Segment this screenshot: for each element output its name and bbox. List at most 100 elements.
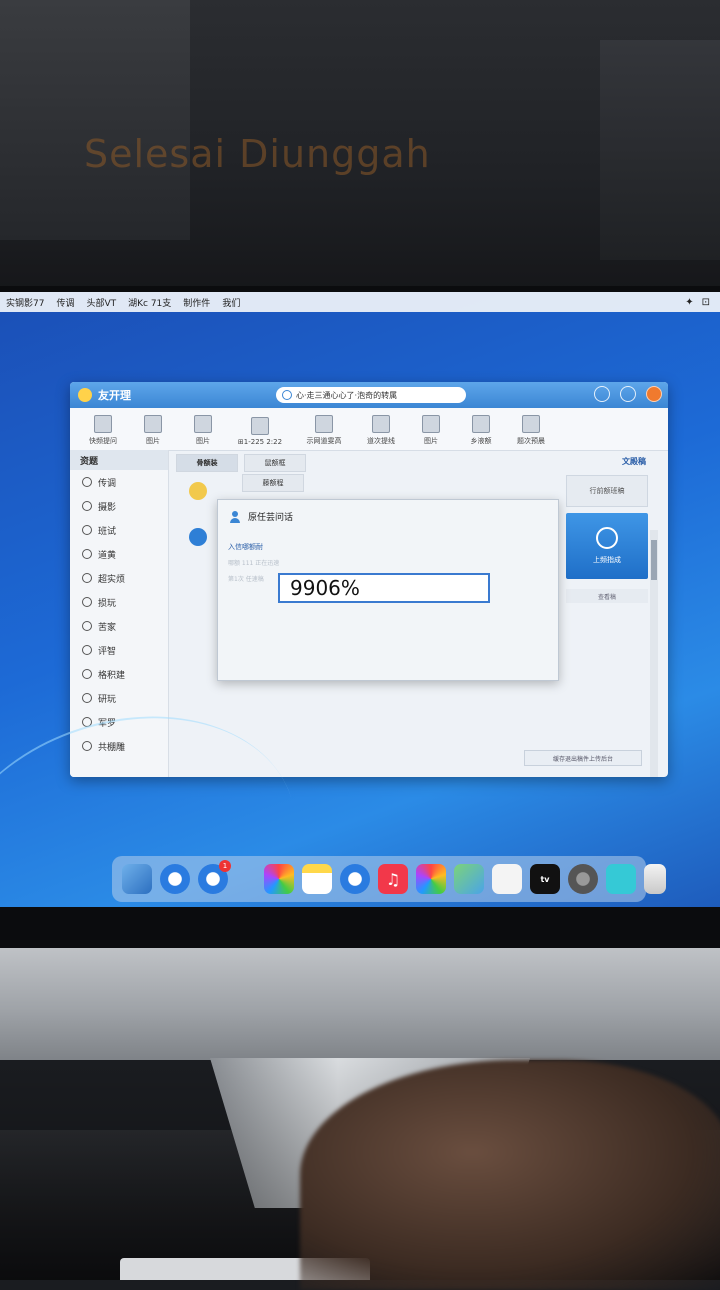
item-icon <box>82 573 92 583</box>
item-icon <box>82 621 92 631</box>
notification-badge: 1 <box>219 860 231 872</box>
reminders-icon[interactable] <box>492 864 522 894</box>
toolbar-button[interactable]: 示网道雯高 <box>292 415 356 450</box>
wifi-icon[interactable]: ✦ <box>685 297 693 308</box>
wall-left <box>0 0 190 240</box>
maps-icon[interactable] <box>454 864 484 894</box>
photos-icon[interactable] <box>416 864 446 894</box>
minimize-button[interactable] <box>620 386 636 402</box>
list-item[interactable] <box>178 522 218 562</box>
menu-bar: 实钢影77 传调 头部VT 湖Kc 71支 制作件 我们 ✦ ⊡ <box>0 292 720 312</box>
tab-2[interactable]: 鼠额框 <box>244 454 306 472</box>
item-icon <box>82 645 92 655</box>
control-center-icon[interactable]: ⊡ <box>702 297 710 308</box>
toolbar-button[interactable]: 快频提问 <box>78 415 128 450</box>
item-icon <box>82 549 92 559</box>
video-caption: Selesai Diunggah <box>84 132 431 176</box>
right-panel-header: 文殿稿 <box>622 457 646 466</box>
view-button[interactable]: 查看稿 <box>566 589 648 603</box>
safari-icon[interactable]: 1 <box>198 860 231 894</box>
sidebar: 资题 传调 摄影 班试 道黄 超实烦 损玩 苦家 评智 格积建 研玩 军罗 共棚… <box>70 450 169 777</box>
menu-item[interactable]: 我们 <box>216 296 246 309</box>
item-icon <box>82 717 92 727</box>
secondary-button[interactable]: 行前额班稿 <box>566 475 648 507</box>
settings-icon[interactable] <box>594 386 610 402</box>
photos-icon[interactable] <box>264 864 294 894</box>
sidebar-item[interactable]: 道黄 <box>70 542 168 566</box>
apple-tv-icon[interactable]: tv <box>530 864 560 894</box>
list-item[interactable] <box>178 476 218 516</box>
toolbar-button[interactable]: 乡液额 <box>456 415 506 450</box>
sidebar-item[interactable]: 评智 <box>70 638 168 662</box>
menu-item[interactable]: 头部VT <box>80 296 122 309</box>
safari-icon[interactable] <box>160 864 190 894</box>
close-button[interactable] <box>646 386 662 402</box>
item-icon <box>82 525 92 535</box>
music-icon[interactable]: ♫ <box>378 864 408 894</box>
sidebar-item[interactable]: 格积建 <box>70 662 168 686</box>
menu-item[interactable]: 制作件 <box>177 296 216 309</box>
search-box[interactable]: 心·走三通心心了·泡奇的转属 <box>276 387 466 403</box>
settings-icon[interactable] <box>568 864 598 894</box>
menu-item[interactable]: 实钢影77 <box>0 296 50 309</box>
status-button[interactable]: 缓存退出稿件上传后台 <box>524 750 642 766</box>
target-icon <box>596 527 618 549</box>
app-window: 友开理 心·走三通心心了·泡奇的转属 快频提问 图片 图片 ⊞1-225 2:2… <box>70 382 668 777</box>
tool-icon <box>422 415 440 433</box>
menu-item[interactable]: 湖Kc 71支 <box>122 296 177 309</box>
finder-icon[interactable] <box>122 864 152 894</box>
toolbar-button[interactable]: ⊞1-225 2:22 <box>228 417 292 450</box>
main-area: 骨额装 鼠额框 藤额程 文殿稿 行前额班稿 上频指成 查看稿 缓存退出稿件上传后… <box>170 450 658 777</box>
folder-icon[interactable] <box>606 864 636 894</box>
dialog-title: 原任芸问话 <box>248 513 294 523</box>
tool-icon <box>472 415 490 433</box>
sidebar-item[interactable]: 军罗 <box>70 710 168 734</box>
scroll-thumb[interactable] <box>651 540 657 580</box>
tab-3[interactable]: 藤额程 <box>242 474 304 492</box>
item-icon <box>82 597 92 607</box>
item-icon <box>82 693 92 703</box>
sidebar-item[interactable]: 摄影 <box>70 494 168 518</box>
toolbar-button[interactable]: 图片 <box>128 415 178 450</box>
monitor-chin <box>0 948 720 1060</box>
notes-icon[interactable] <box>302 864 332 894</box>
toolbar-button[interactable]: 图片 <box>406 415 456 450</box>
search-icon <box>282 390 292 400</box>
app-logo-icon <box>78 388 92 402</box>
sidebar-item[interactable]: 苦家 <box>70 614 168 638</box>
monitor-screen: 实钢影77 传调 头部VT 湖Kc 71支 制作件 我们 ✦ ⊡ 友开理 心·走… <box>0 292 720 907</box>
dialog-faint-line: 第1次 任速稿 <box>228 576 264 583</box>
toolbar-button[interactable]: 题次预晨 <box>506 415 556 450</box>
user-icon <box>230 510 240 523</box>
toolbar-button[interactable]: 图片 <box>178 415 228 450</box>
sidebar-item[interactable]: 研玩 <box>70 686 168 710</box>
sidebar-item[interactable]: 班试 <box>70 518 168 542</box>
tool-icon <box>315 415 333 433</box>
sidebar-item[interactable]: 损玩 <box>70 590 168 614</box>
sidebar-item[interactable]: 传调 <box>70 470 168 494</box>
item-icon <box>82 741 92 751</box>
item-icon <box>82 501 92 511</box>
upload-complete-button[interactable]: 上频指成 <box>566 513 648 579</box>
tab-1[interactable]: 骨额装 <box>176 454 238 472</box>
clock-icon <box>189 482 207 500</box>
menu-item[interactable]: 传调 <box>50 296 80 309</box>
app-name: 友开理 <box>98 389 131 402</box>
tool-icon <box>522 415 540 433</box>
right-panel: 文殿稿 行前额班稿 上频指成 查看稿 <box>562 450 654 630</box>
dock: 1 ♫ tv <box>112 856 666 902</box>
progress-dialog: 原任芸问话 入信哪额耐 哪额 111 正在迅速 第1次 任速稿 9906% <box>217 499 559 681</box>
hand-blur <box>300 1060 720 1290</box>
tool-icon <box>372 415 390 433</box>
title-bar: 友开理 心·走三通心心了·泡奇的转属 <box>70 382 668 408</box>
item-icon <box>82 477 92 487</box>
percent-input[interactable]: 9906% <box>278 573 490 603</box>
sidebar-header[interactable]: 资题 <box>70 450 168 470</box>
search-text: 心·走三通心心了·泡奇的转属 <box>296 390 398 400</box>
safari-icon[interactable] <box>340 864 370 894</box>
sidebar-item[interactable]: 共棚雕 <box>70 734 168 758</box>
toolbar-button[interactable]: 道次提线 <box>356 415 406 450</box>
sidebar-item[interactable]: 超实烦 <box>70 566 168 590</box>
scrollbar[interactable] <box>650 530 658 777</box>
trash-icon[interactable] <box>644 864 666 894</box>
